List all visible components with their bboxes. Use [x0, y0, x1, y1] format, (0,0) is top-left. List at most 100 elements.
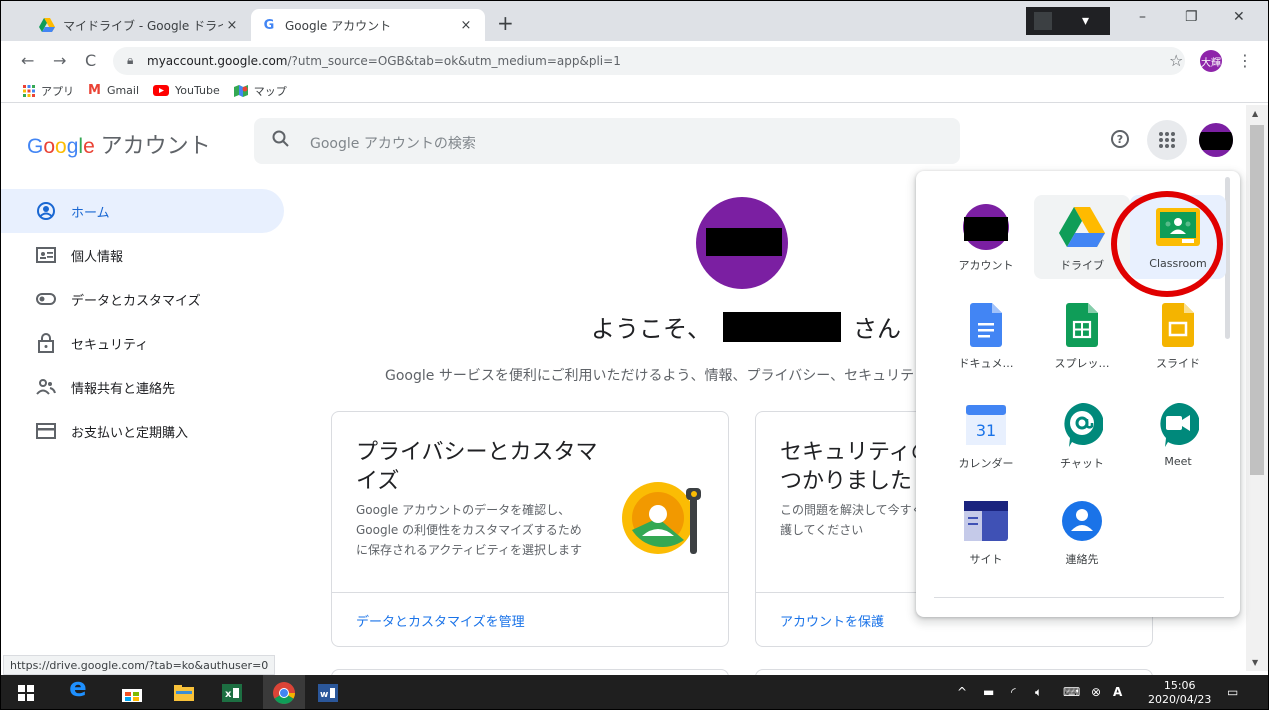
restore-button[interactable]: ❐ [1185, 9, 1198, 25]
manage-data-link[interactable]: データとカスタマイズを管理 [356, 611, 525, 630]
minimize-button[interactable]: – [1139, 9, 1146, 25]
back-button[interactable]: ← [21, 51, 34, 70]
status-bar-url: https://drive.google.com/?tab=ko&authuse… [3, 655, 276, 675]
tab-google-drive[interactable]: マイドライブ - Google ドライブ × [29, 9, 251, 41]
sidebar-item-label: データとカスタマイズ [71, 293, 201, 309]
protect-account-link[interactable]: アカウントを保護 [780, 611, 884, 630]
windows-start-icon[interactable] [15, 682, 37, 704]
sites-icon [962, 497, 1010, 545]
app-sites[interactable]: サイト [938, 489, 1034, 573]
acrobat-icon[interactable]: A [1113, 685, 1122, 699]
sidebar-item-label: お支払いと定期購入 [71, 425, 189, 441]
drive-icon [1058, 203, 1106, 251]
svg-text:w: w [320, 690, 328, 700]
contacts-icon [1058, 497, 1106, 545]
redaction-box [706, 228, 782, 256]
privacy-card[interactable]: プライバシーとカスタマイズ Google アカウントのデータを確認し、Googl… [331, 411, 729, 647]
account-header: Google アカウント Google アカウントの検索 ? [1, 104, 1245, 174]
sidebar-item-home[interactable]: ホーム [1, 189, 284, 233]
lock-icon [35, 333, 57, 353]
tab-google-account[interactable]: G Google アカウント × [251, 9, 485, 41]
wifi-icon[interactable]: ◜ [1011, 685, 1016, 699]
help-icon[interactable]: ? [1111, 130, 1129, 148]
svg-text:x: x [225, 689, 232, 700]
sidebar-item-label: 情報共有と連絡先 [71, 381, 176, 397]
app-label: スライド [1156, 357, 1200, 370]
new-tab-button[interactable]: + [497, 11, 514, 35]
tray-chevron-icon[interactable]: ^ [957, 685, 967, 699]
app-sheets[interactable]: スプレッ… [1034, 293, 1130, 377]
bookmark-maps[interactable]: マップ [233, 83, 287, 99]
volume-icon[interactable]: 🔈︎ [1035, 685, 1042, 700]
sheets-icon [1058, 301, 1106, 349]
forward-button[interactable]: → [53, 51, 66, 70]
edge-icon[interactable]: e [67, 673, 89, 703]
sidebar-item-sharing[interactable]: 情報共有と連絡先 [1, 365, 301, 409]
sidebar-item-data-customize[interactable]: データとカスタマイズ [1, 277, 301, 321]
scroll-down-icon[interactable]: ▼ [1252, 658, 1258, 667]
scroll-up-icon[interactable]: ▲ [1252, 109, 1258, 118]
privacy-illustration-icon [618, 474, 708, 564]
scrollbar-thumb[interactable] [1250, 125, 1264, 475]
close-window-button[interactable]: ✕ [1233, 9, 1245, 25]
tab-close-icon[interactable]: × [457, 18, 475, 33]
app-meet[interactable]: Meet [1130, 393, 1226, 477]
bookmark-label: Gmail [106, 84, 140, 97]
sidebar-item-personal-info[interactable]: 個人情報 [1, 233, 301, 277]
account-search-input[interactable]: Google アカウントの検索 [254, 118, 960, 164]
app-calendar[interactable]: 31 カレンダー [938, 393, 1034, 477]
card-icon [35, 423, 57, 439]
google-apps-button[interactable] [1147, 120, 1187, 160]
redaction-box [1199, 132, 1233, 150]
bookmark-star-icon[interactable]: ☆ [1169, 51, 1183, 70]
excel-icon[interactable]: x [221, 682, 243, 704]
chevron-down-icon: ▾ [1082, 13, 1090, 29]
reload-button[interactable]: C [85, 51, 96, 70]
bookmark-gmail[interactable]: M Gmail [88, 83, 139, 98]
action-center-icon[interactable]: ▭ [1227, 685, 1238, 699]
keyboard-icon[interactable]: ⌨︎ [1063, 685, 1080, 699]
error-icon[interactable]: ⊗ [1091, 685, 1101, 699]
sidebar-item-payments[interactable]: お支払いと定期購入 [1, 409, 301, 453]
taskbar-clock[interactable]: 15:06 2020/04/23 [1148, 679, 1211, 707]
sidebar-item-label: ホーム [71, 205, 110, 221]
browser-profile-avatar[interactable]: 大輝 [1200, 50, 1222, 72]
account-avatar[interactable] [1199, 123, 1233, 157]
file-explorer-icon[interactable] [173, 682, 195, 704]
clock-date: 2020/04/23 [1148, 693, 1212, 706]
address-bar[interactable]: 🔒︎ myaccount.google.com/?utm_source=OGB&… [113, 47, 1185, 75]
screen: マイドライブ - Google ドライブ × G Google アカウント × … [0, 0, 1269, 710]
page-scrollbar[interactable]: ▲ ▼ [1246, 105, 1268, 671]
tab-close-icon[interactable]: × [223, 18, 241, 33]
welcome-suffix: さん [853, 315, 901, 343]
card-description: Google アカウントのデータを確認し、Google の利便性をカスタマイズす… [356, 503, 582, 557]
apps-panel-divider [934, 597, 1224, 598]
app-account[interactable]: アカウント [938, 195, 1034, 279]
app-slides[interactable]: スライド [1130, 293, 1226, 377]
app-label: アカウント [958, 259, 1014, 272]
word-icon[interactable]: w [317, 682, 339, 704]
tab-search-button[interactable]: ▾ [1026, 7, 1110, 35]
bookmark-youtube[interactable]: YouTube [153, 84, 220, 97]
bookmark-label: アプリ [41, 84, 74, 98]
app-chat[interactable]: チャット [1034, 393, 1130, 477]
profile-avatar-large[interactable] [696, 197, 788, 289]
google-g-icon: G [263, 17, 275, 33]
calendar-icon: 31 [962, 401, 1010, 449]
app-docs[interactable]: ドキュメ… [938, 293, 1034, 377]
bookmark-label: YouTube [175, 84, 220, 97]
browser-menu-icon[interactable]: ⋮ [1237, 51, 1253, 70]
chrome-taskbar-active[interactable] [263, 675, 305, 709]
app-contacts[interactable]: 連絡先 [1034, 489, 1130, 573]
app-label: カレンダー [958, 457, 1014, 470]
store-icon[interactable] [121, 682, 143, 704]
google-account-logo[interactable]: Google アカウント [27, 128, 211, 160]
browser-toolbar: ← → C 🔒︎ myaccount.google.com/?utm_sourc… [1, 41, 1268, 79]
bookmark-apps[interactable]: アプリ [23, 83, 74, 99]
clock-time: 15:06 [1163, 679, 1196, 692]
bookmarks-bar: アプリ M Gmail YouTube マップ [1, 79, 1268, 103]
docs-icon [962, 301, 1010, 349]
battery-icon[interactable]: ▬ [983, 685, 994, 699]
home-icon [35, 201, 57, 221]
sidebar-item-security[interactable]: セキュリティ [1, 321, 301, 365]
